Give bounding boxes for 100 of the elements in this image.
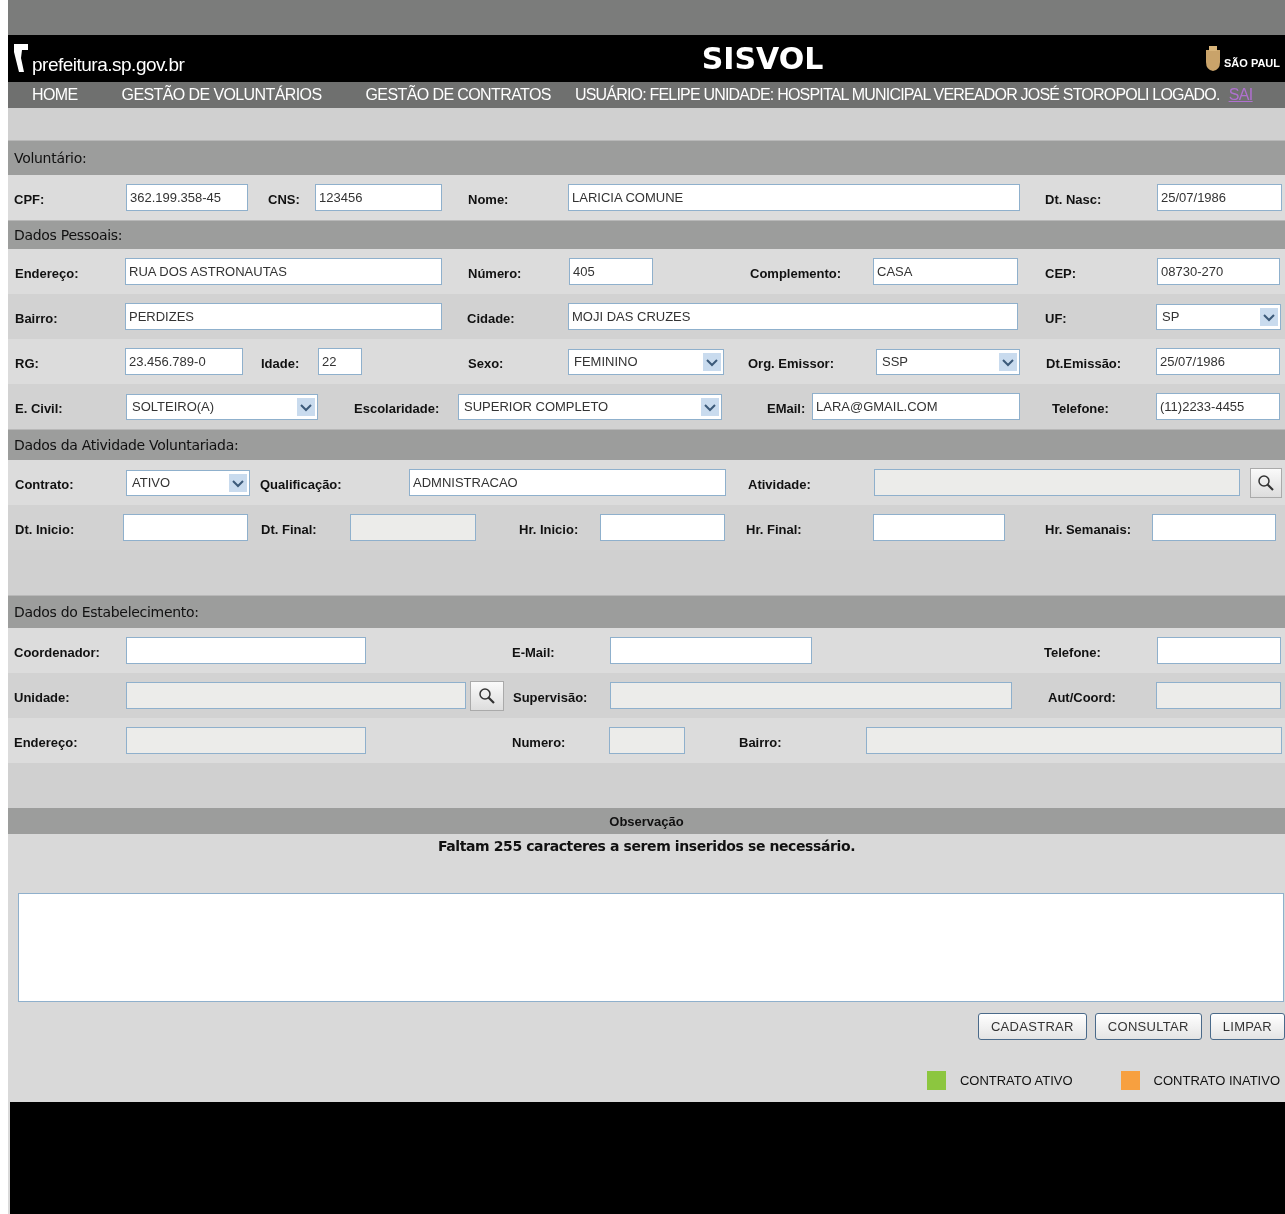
field-label: Idade: — [260, 355, 301, 371]
select-field[interactable]: ATIVO — [126, 469, 250, 496]
input-field[interactable]: 25/07/1986 — [1157, 184, 1282, 211]
select-field[interactable]: SSP — [876, 348, 1020, 375]
input-field[interactable] — [350, 514, 476, 541]
input-field[interactable] — [610, 637, 812, 664]
field-label: Complemento: — [749, 265, 842, 281]
nav-link[interactable]: HOME — [32, 86, 78, 104]
crest-icon — [1205, 45, 1221, 72]
search-button[interactable] — [1250, 467, 1282, 498]
field-label: Dt.Emissão: — [1045, 355, 1123, 371]
field-label: Endereço: — [14, 265, 80, 281]
field-label: CEP: — [1044, 265, 1078, 281]
form-button[interactable]: CONSULTAR — [1094, 1013, 1202, 1040]
input-field[interactable] — [874, 469, 1240, 496]
field-label: Aut/Coord: — [1047, 689, 1117, 705]
chevron-down-icon — [999, 352, 1017, 371]
field-label: Unidade: — [13, 689, 71, 705]
search-button[interactable] — [470, 680, 504, 711]
input-field[interactable] — [873, 514, 1005, 541]
chevron-down-icon — [297, 397, 315, 416]
field-label: Dt. Nasc: — [1044, 191, 1103, 207]
character-counter: Faltam 255 caracteres a serem inseridos se necessário. — [437, 838, 856, 854]
search-icon — [478, 686, 496, 705]
input-field[interactable]: LARICIA COMUNE — [568, 184, 1020, 211]
input-field[interactable]: 22 — [318, 348, 362, 375]
select-field[interactable]: SOLTEIRO(A) — [126, 393, 318, 420]
search-icon — [1257, 473, 1275, 492]
input-field[interactable]: 362.199.358-45 — [126, 184, 248, 211]
input-field[interactable]: 23.456.789-0 — [125, 348, 243, 375]
nav-link[interactable]: GESTÃO DE VOLUNTÁRIOS — [121, 86, 322, 104]
field-label: Bairro: — [14, 310, 59, 326]
nav-link[interactable]: GESTÃO DE CONTRATOS — [365, 86, 551, 104]
input-field[interactable] — [126, 682, 466, 709]
field-label: Telefone: — [1051, 400, 1110, 416]
section-header: Dados Pessoais: — [8, 220, 1285, 249]
field-label: Supervisão: — [512, 689, 589, 705]
field-label: RG: — [14, 355, 40, 371]
input-field[interactable] — [609, 727, 685, 754]
input-field[interactable]: 123456 — [315, 184, 442, 211]
field-label: Escolaridade: — [353, 400, 441, 416]
input-field[interactable]: 405 — [569, 258, 653, 285]
city-logo: SÃO PAUL — [1224, 55, 1281, 69]
field-label: Contrato: — [14, 476, 75, 492]
chevron-down-icon — [703, 352, 721, 371]
section-header: Observação — [8, 808, 1285, 834]
input-field[interactable] — [1156, 682, 1281, 709]
select-field[interactable]: SUPERIOR COMPLETO — [458, 393, 722, 420]
input-field[interactable]: 08730-270 — [1157, 258, 1280, 285]
chevron-down-icon — [229, 473, 247, 492]
input-field[interactable]: MOJI DAS CRUZES — [568, 303, 1018, 330]
field-label: UF: — [1044, 310, 1068, 326]
input-field[interactable] — [126, 727, 366, 754]
select-field[interactable]: FEMININO — [568, 348, 724, 375]
field-label: EMail: — [766, 400, 807, 416]
field-label: CPF: — [13, 191, 46, 207]
legend-label: CONTRATO ATIVO — [959, 1072, 1073, 1088]
input-field[interactable] — [866, 727, 1282, 754]
input-field[interactable]: CASA — [873, 258, 1018, 285]
field-label: E. Civil: — [14, 400, 64, 416]
field-label: Dt. Inicio: — [14, 521, 76, 537]
input-field[interactable] — [600, 514, 725, 541]
field-label: Hr. Semanais: — [1044, 521, 1132, 537]
input-field[interactable] — [126, 637, 366, 664]
chevron-down-icon — [1260, 307, 1278, 326]
field-label: Atividade: — [747, 476, 812, 492]
input-field[interactable]: (11)2233-4455 — [1156, 393, 1280, 420]
user-info: USUÁRIO: FELIPE UNIDADE: HOSPITAL MUNICIPAL VEREADOR JOSÉ STOROPOLI LOGADO. — [574, 86, 1220, 104]
site-logo: prefeitura.sp.gov.br — [32, 52, 185, 76]
section-header: Voluntário: — [8, 140, 1285, 175]
observation-field[interactable] — [18, 893, 1284, 1002]
input-field[interactable] — [610, 682, 1012, 709]
section-header: Dados da Atividade Voluntariada: — [8, 429, 1285, 460]
form-button[interactable]: CADASTRAR — [977, 1013, 1087, 1040]
field-label: Hr. Final: — [745, 521, 803, 537]
app-title: SISVOL — [701, 41, 824, 76]
field-label: CNS: — [267, 191, 301, 207]
input-field[interactable]: PERDIZES — [125, 303, 442, 330]
form-button[interactable]: LIMPAR — [1209, 1013, 1285, 1040]
input-field[interactable]: RUA DOS ASTRONAUTAS — [125, 258, 442, 285]
legend-label: CONTRATO INATIVO — [1153, 1072, 1280, 1088]
chevron-down-icon — [701, 397, 719, 416]
field-label: Número: — [467, 265, 523, 281]
input-field[interactable]: ADMNISTRACAO — [409, 469, 726, 496]
field-label: Coordenador: — [13, 644, 101, 660]
field-label: Endereço: — [13, 734, 79, 750]
field-label: Sexo: — [467, 355, 505, 371]
field-label: Telefone: — [1043, 644, 1102, 660]
input-field[interactable]: LARA@GMAIL.COM — [812, 393, 1020, 420]
input-field[interactable] — [1152, 514, 1276, 541]
field-label: Hr. Inicio: — [518, 521, 580, 537]
select-field[interactable]: SP — [1156, 303, 1281, 330]
field-label: Cidade: — [466, 310, 516, 326]
field-label: E-Mail: — [511, 644, 556, 660]
input-field[interactable] — [1157, 637, 1281, 664]
field-label: Dt. Final: — [260, 521, 318, 537]
field-label: Org. Emissor: — [747, 355, 835, 371]
input-field[interactable]: 25/07/1986 — [1156, 348, 1280, 375]
input-field[interactable] — [123, 514, 248, 541]
field-label: Bairro: — [738, 734, 783, 750]
